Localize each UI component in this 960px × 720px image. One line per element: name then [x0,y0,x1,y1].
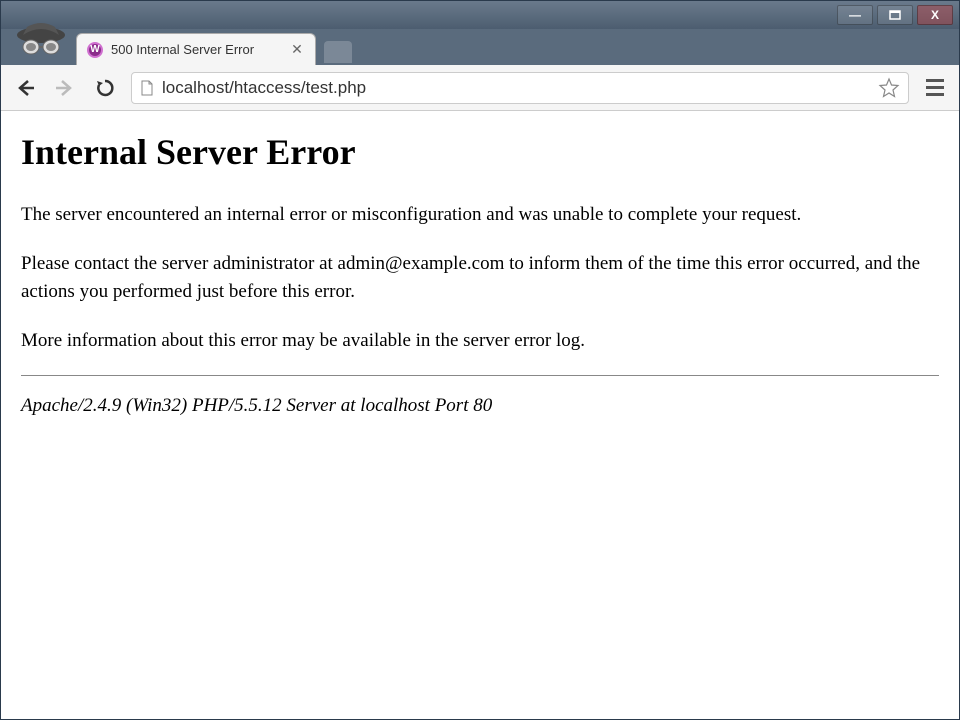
reload-icon [95,78,115,98]
error-paragraph-3: More information about this error may be… [21,327,939,356]
maximize-icon [889,10,901,20]
arrow-right-icon [54,77,76,99]
tab-bar: W 500 Internal Server Error ✕ [1,29,959,65]
back-button[interactable] [11,74,39,102]
tab-close-button[interactable]: ✕ [289,42,305,58]
minimize-button[interactable]: — [837,5,873,25]
reload-button[interactable] [91,74,119,102]
page-icon [140,80,154,96]
bookmark-star-icon[interactable] [878,77,900,99]
arrow-left-icon [14,77,36,99]
browser-tab[interactable]: W 500 Internal Server Error ✕ [76,33,316,65]
menu-button[interactable] [921,74,949,102]
maximize-button[interactable] [877,5,913,25]
page-content: Internal Server Error The server encount… [1,111,959,719]
address-bar[interactable] [131,72,909,104]
tab-favicon-icon: W [87,42,103,58]
new-tab-button[interactable] [324,41,352,63]
url-input[interactable] [162,78,870,98]
error-heading: Internal Server Error [21,131,939,173]
divider [21,375,939,376]
server-signature: Apache/2.4.9 (Win32) PHP/5.5.12 Server a… [21,392,939,421]
hamburger-icon [926,79,944,82]
browser-toolbar [1,65,959,111]
error-paragraph-1: The server encountered an internal error… [21,201,939,230]
forward-button[interactable] [51,74,79,102]
close-window-button[interactable]: X [917,5,953,25]
error-paragraph-2: Please contact the server administrator … [21,250,939,307]
tab-title: 500 Internal Server Error [111,42,281,57]
window-titlebar: — X [1,1,959,29]
incognito-icon [11,17,71,65]
